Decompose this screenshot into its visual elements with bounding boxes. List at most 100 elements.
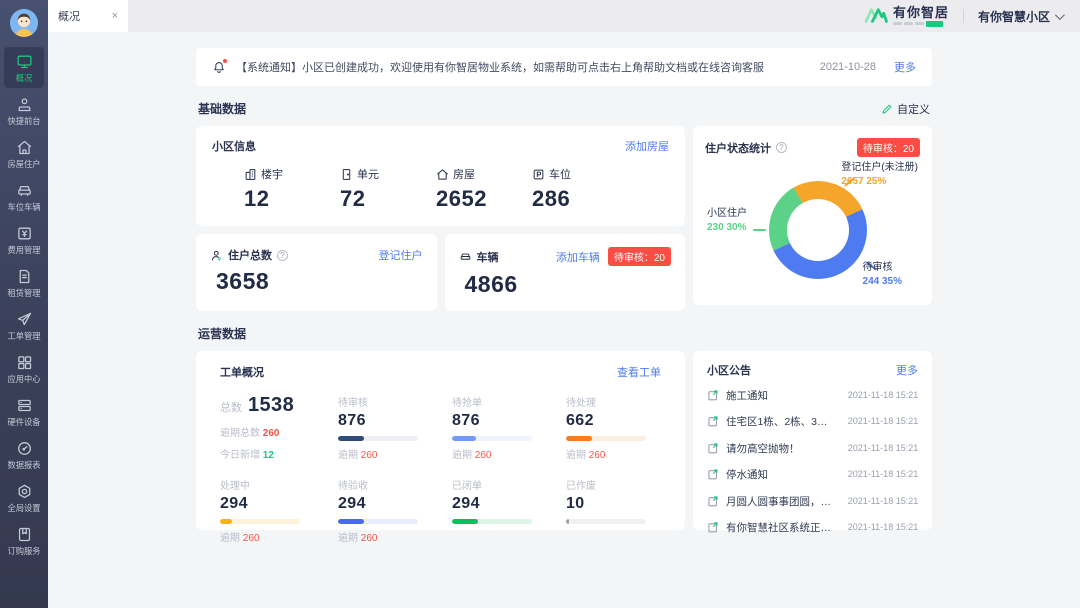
sidebar-item-fees[interactable]: 费用管理 [4,219,44,260]
sidebar-item-overview[interactable]: 概况 [4,47,44,88]
card-title-text: 工单概况 [220,364,264,380]
announcement-time: 2021-11-18 15:21 [847,523,918,533]
send-icon [16,311,33,328]
sidebar-item-apps[interactable]: 应用中心 [4,348,44,389]
system-notice-bar[interactable]: 【系统通知】小区已创建成功，欢迎使用有你智居物业系统，如需帮助可点击右上角帮助文… [196,48,932,86]
sidebar-item-label: 概况 [16,73,33,82]
add-house-link[interactable]: 添加房屋 [625,138,669,154]
view-workorders-link[interactable]: 查看工单 [617,364,661,380]
sidebar-item-label: 全局设置 [7,503,40,512]
donut-hole [787,199,849,261]
announcement-title: 请勿高空抛物！ [726,441,838,456]
notice-date: 2021-10-28 [820,61,876,73]
brand-tagline [893,21,949,27]
notification-dot [223,59,227,63]
stat-value: 12 [244,186,340,212]
announcement-icon [707,442,720,455]
register-resident-link[interactable]: 登记住户 [379,247,423,263]
sidebar-item-hardware[interactable]: 硬件设备 [4,391,44,432]
tab-overview[interactable]: 概况 × [48,0,128,32]
logo-icon [864,6,888,26]
bell-icon [212,60,226,75]
stat-houses: 房屋 2652 [436,166,532,212]
add-vehicle-link[interactable]: 添加车辆 [556,249,600,265]
sidebar-item-reports[interactable]: 数据报表 [4,434,44,475]
stat-value: 2652 [436,186,532,212]
stat-units: 单元 72 [340,166,436,212]
workorder-stat-closed: 已闭单 294 [452,477,566,544]
customize-button[interactable]: 自定义 [881,101,930,117]
announcement-time: 2021-11-18 15:21 [847,417,918,427]
workorder-card: 工单概况 查看工单 总数 1538 逾期总数 260 今日新增 12 [196,351,685,530]
sidebar-item-label: 应用中心 [7,374,40,383]
topbar-right: 有你智居 有你智慧小区 [864,0,1080,32]
community-selector[interactable]: 有你智慧小区 [978,8,1062,25]
notice-more-link[interactable]: 更多 [894,59,916,75]
unit-door-icon [340,168,353,181]
pencil-icon [881,103,893,115]
sidebar-item-lease[interactable]: 租赁管理 [4,262,44,303]
announcement-time: 2021-11-18 15:21 [847,470,918,480]
announcement-item[interactable]: 月圆人圆事事团圆，人顺心顺... 2021-11-18 15:21 [707,488,918,515]
building-icon [244,168,257,181]
announcement-item[interactable]: 有你智慧社区系统正式上线! 2021-11-18 15:21 [707,515,918,542]
stat-label: 房屋 [453,166,475,182]
sidebar-item-workorders[interactable]: 工单管理 [4,305,44,346]
card-title: 小区信息 [212,138,256,154]
workorder-stat-pending-review: 待审核 876 逾期 260 [338,394,452,461]
announcement-title: 停水通知 [726,467,838,482]
stat-parking: 车位 286 [532,166,628,212]
sidebar-item-front-desk[interactable]: 快捷前台 [4,90,44,131]
sidebar-item-label: 数据报表 [7,460,40,469]
user-avatar[interactable] [10,9,38,37]
sidebar-item-settings[interactable]: 全局设置 [4,477,44,518]
settings-icon [16,483,33,500]
brand-logo: 有你智居 [864,6,949,27]
sidebar-item-label: 快捷前台 [7,116,40,125]
announcement-item[interactable]: 请勿高空抛物！ 2021-11-18 15:21 [707,435,918,462]
sidebar-item-label: 费用管理 [7,245,40,254]
sidebar-item-label: 硬件设备 [7,417,40,426]
close-icon[interactable]: × [112,10,118,22]
report-icon [16,440,33,457]
vehicle-pending-badge[interactable]: 待审核：20 [608,247,671,266]
resident-icon [210,249,223,262]
announcement-time: 2021-11-18 15:21 [847,496,918,506]
help-icon[interactable]: ? [277,250,288,261]
sidebar-item-subscribe[interactable]: 订购服务 [4,520,44,561]
announcement-icon [707,415,720,428]
total-label: 总数 [220,399,242,415]
card-title-text: 车辆 [477,249,499,265]
chevron-down-icon [1055,10,1065,20]
workorder-stat-acceptance: 待验收 294 逾期 260 [338,477,452,544]
section-title: 运营数据 [198,325,246,342]
sidebar-nav: 概况 快捷前台 房屋住户 车位车辆 费用管理 租赁管理 [0,47,48,563]
sidebar-item-parking[interactable]: 车位车辆 [4,176,44,217]
operation-data-header: 运营数据 [198,325,930,342]
overdue-total-value: 260 [263,428,280,439]
sidebar-item-label: 租赁管理 [7,288,40,297]
progress-bar [566,436,646,441]
parking-icon [532,168,545,181]
announcement-item[interactable]: 停水通知 2021-11-18 15:21 [707,462,918,489]
announcement-title: 有你智慧社区系统正式上线! [726,520,838,535]
lease-icon [16,268,33,285]
community-info-card: 小区信息 添加房屋 楼宇 12 单元 72 [196,126,685,226]
stat-label: 单元 [357,166,379,182]
status-pending-badge[interactable]: 待审核：20 [857,138,920,157]
announcement-item[interactable]: 施工通知 2021-11-18 15:21 [707,382,918,409]
announcement-icon [707,468,720,481]
announcement-icon [707,495,720,508]
announcements-more-link[interactable]: 更多 [896,362,918,378]
progress-bar [220,519,300,524]
help-icon[interactable]: ? [776,142,787,153]
sidebar-item-housing[interactable]: 房屋住户 [4,133,44,174]
announcement-title: 月圆人圆事事团圆，人顺心顺... [726,494,838,509]
progress-bar [338,436,418,441]
topbar: 概况 × 有你智居 有你智慧小区 [48,0,1080,32]
donut-label-pending: 待审核 244 35% [863,261,902,289]
announcement-item[interactable]: 住宅区1栋、2栋、3栋停电通... 2021-11-18 15:21 [707,409,918,436]
residents-card: 住户总数 ? 登记住户 3658 [196,234,437,311]
community-name: 有你智慧小区 [978,8,1050,25]
residents-total: 3658 [216,268,423,295]
